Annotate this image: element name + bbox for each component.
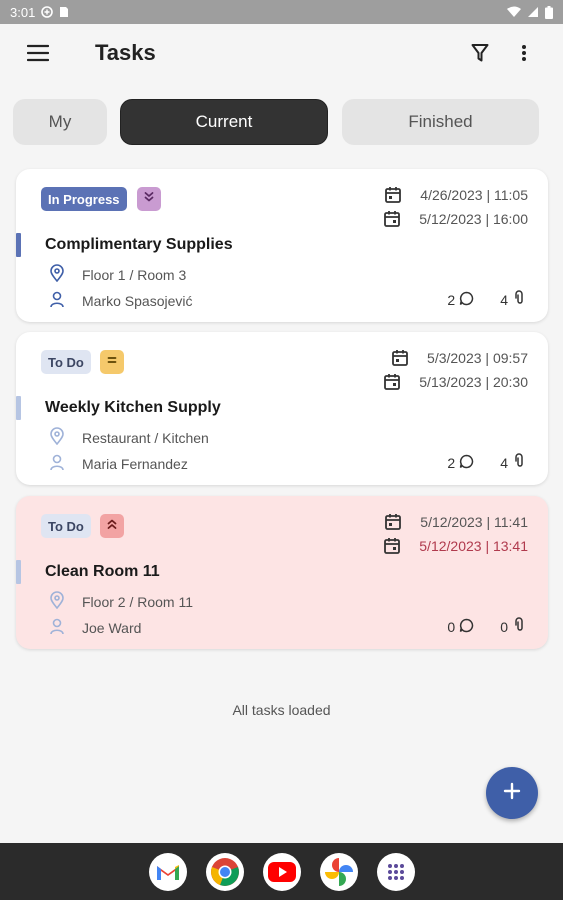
- task-location: Floor 2 / Room 11: [49, 591, 193, 612]
- priority-badge: [100, 514, 124, 538]
- status-accent-bar: [16, 560, 21, 584]
- location-pin-icon: [49, 264, 65, 285]
- comment-icon: [459, 618, 474, 636]
- start-date-text: 4/26/2023 | 11:05: [420, 187, 528, 203]
- due-date-text: 5/13/2023 | 20:30: [419, 374, 528, 390]
- start-date-text: 5/12/2023 | 11:41: [420, 514, 528, 530]
- task-location: Floor 1 / Room 3: [49, 264, 186, 285]
- status-badge: To Do: [41, 514, 91, 538]
- app-bar: Tasks: [0, 24, 563, 86]
- location-text: Floor 1 / Room 3: [82, 266, 187, 283]
- start-date: 5/12/2023 | 11:41: [384, 513, 528, 531]
- person-icon: [49, 290, 65, 311]
- start-date: 4/26/2023 | 11:05: [384, 186, 528, 204]
- task-counts: 0 0: [447, 617, 526, 636]
- sync-icon: [41, 6, 54, 18]
- task-card[interactable]: To Do 5/3/2023 | 09:57 5/13/2023 | 20:30…: [16, 332, 548, 485]
- due-date: 5/13/2023 | 20:30: [383, 373, 528, 391]
- task-tabs: My Current Finished: [13, 99, 539, 146]
- paperclip-icon: [512, 453, 526, 472]
- start-date: 5/3/2023 | 09:57: [391, 349, 528, 367]
- calendar-icon: [383, 373, 401, 391]
- all-tasks-loaded-text: All tasks loaded: [232, 702, 331, 718]
- task-card[interactable]: In Progress 4/26/2023 | 11:05 5/12/2023 …: [16, 169, 548, 322]
- task-card[interactable]: To Do 5/12/2023 | 11:41 5/12/2023 | 13:4…: [16, 496, 548, 649]
- calendar-icon: [383, 537, 401, 555]
- due-date-text: 5/12/2023 | 16:00: [419, 211, 528, 227]
- person-icon: [49, 453, 65, 474]
- status-time: 3:01: [10, 4, 36, 20]
- more-options-button[interactable]: [512, 40, 536, 70]
- comment-count: 0: [447, 618, 456, 635]
- start-date-text: 5/3/2023 | 09:57: [427, 350, 528, 366]
- status-badge: To Do: [41, 350, 91, 374]
- attachment-count: 4: [500, 454, 508, 471]
- chevrons-up-icon: [106, 517, 118, 535]
- task-assignee: Marko Spasojević: [49, 290, 193, 311]
- location-pin-icon: [49, 427, 65, 448]
- gmail-icon[interactable]: [148, 852, 187, 891]
- calendar-icon: [384, 186, 402, 204]
- calendar-icon: [384, 513, 402, 531]
- priority-badge: [137, 187, 161, 211]
- menu-button[interactable]: [20, 42, 56, 68]
- task-assignee: Joe Ward: [49, 617, 141, 638]
- assignee-name: Joe Ward: [82, 619, 142, 636]
- task-counts: 2 4: [447, 453, 526, 472]
- status-accent-bar: [16, 233, 21, 257]
- task-title: Complimentary Supplies: [45, 236, 233, 253]
- due-date: 5/12/2023 | 13:41: [383, 537, 528, 555]
- sim-card-icon: [59, 6, 69, 18]
- calendar-icon: [383, 210, 401, 228]
- location-text: Restaurant / Kitchen: [82, 429, 209, 446]
- chevrons-down-icon: [143, 190, 155, 208]
- assignee-name: Maria Fernandez: [82, 455, 188, 472]
- filter-icon: [471, 43, 489, 68]
- due-date-text: 5/12/2023 | 13:41: [419, 538, 528, 554]
- paperclip-icon: [512, 290, 526, 309]
- person-icon: [49, 617, 65, 638]
- task-title: Weekly Kitchen Supply: [45, 399, 221, 416]
- paperclip-icon: [512, 617, 526, 636]
- comment-count: 2: [447, 454, 456, 471]
- tab-current[interactable]: Current: [120, 99, 328, 145]
- photos-icon[interactable]: [319, 852, 358, 891]
- hamburger-icon: [26, 44, 50, 67]
- tab-my[interactable]: My: [13, 99, 107, 145]
- task-title: Clean Room 11: [45, 563, 160, 580]
- attachment-count: 0: [500, 618, 508, 635]
- priority-badge: [100, 350, 124, 374]
- status-accent-bar: [16, 396, 21, 420]
- add-task-button[interactable]: [486, 767, 538, 819]
- plus-icon: [503, 782, 521, 805]
- filter-button[interactable]: [466, 40, 494, 70]
- page-title: Tasks: [95, 40, 156, 65]
- app-dock: [0, 843, 563, 900]
- tab-finished[interactable]: Finished: [342, 99, 539, 145]
- signal-icon: [527, 6, 539, 18]
- task-counts: 2 4: [447, 290, 526, 309]
- more-vert-icon: [521, 44, 527, 67]
- wifi-icon: [507, 6, 521, 18]
- chrome-icon[interactable]: [205, 852, 244, 891]
- comment-icon: [459, 454, 474, 472]
- location-text: Floor 2 / Room 11: [82, 593, 194, 610]
- calendar-icon: [391, 349, 409, 367]
- equals-icon: [106, 353, 118, 371]
- comment-count: 2: [447, 291, 456, 308]
- due-date: 5/12/2023 | 16:00: [383, 210, 528, 228]
- apps-icon[interactable]: [376, 852, 415, 891]
- location-pin-icon: [49, 591, 65, 612]
- status-badge: In Progress: [41, 187, 127, 211]
- task-location: Restaurant / Kitchen: [49, 427, 209, 448]
- battery-icon: [545, 5, 553, 19]
- status-bar: 3:01: [0, 0, 563, 24]
- comment-icon: [459, 291, 474, 309]
- assignee-name: Marko Spasojević: [82, 292, 193, 309]
- attachment-count: 4: [500, 291, 508, 308]
- task-assignee: Maria Fernandez: [49, 453, 188, 474]
- youtube-icon[interactable]: [262, 852, 301, 891]
